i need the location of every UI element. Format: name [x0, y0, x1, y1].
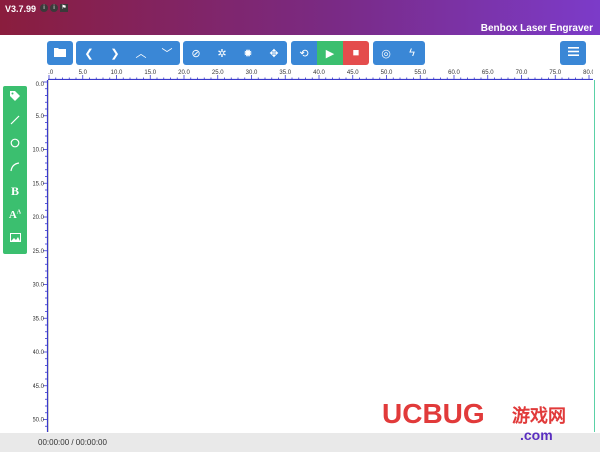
- repeat-button[interactable]: ⟲: [291, 41, 317, 65]
- power-button[interactable]: ϟ: [399, 41, 425, 65]
- gear-large-icon: ✹: [243, 47, 253, 60]
- ruler-h-label: 20.0: [178, 70, 190, 76]
- tag-tool[interactable]: [3, 86, 27, 110]
- target-icon: ◎: [381, 47, 391, 60]
- ruler-h-label: 15.0: [144, 70, 156, 76]
- image-tool[interactable]: [3, 227, 27, 251]
- ruler-h-label: 55.0: [414, 70, 426, 76]
- app-title: Benbox Laser Engraver: [480, 23, 593, 34]
- ruler-v-label: 40.0: [33, 350, 45, 356]
- chevron-left-icon: ❮: [84, 47, 94, 60]
- move-down-button[interactable]: ﹀: [154, 41, 180, 65]
- play-icon: ▶: [325, 47, 335, 60]
- job-time: 00:00:00 / 00:00:00: [38, 438, 107, 447]
- line-tool[interactable]: [3, 110, 27, 134]
- image-icon: [9, 232, 21, 245]
- target-button[interactable]: ◎: [373, 41, 399, 65]
- chevron-down-icon: ﹀: [161, 48, 173, 60]
- watermark-chinese: 游戏网: [512, 406, 566, 426]
- bolt-icon: ϟ: [409, 47, 415, 59]
- info-circle-icon[interactable]: i: [40, 4, 48, 12]
- ruler-v-label: 0.0: [36, 82, 45, 88]
- ruler-h-label: 30.0: [246, 70, 258, 76]
- title-bar: V3.7.99 i i ⚑ Benbox Laser Engraver: [0, 0, 600, 35]
- locate-button[interactable]: ✥: [261, 41, 287, 65]
- folder-icon: [54, 47, 66, 60]
- move-right-button[interactable]: ❯: [102, 41, 128, 65]
- titlebar-icons: i i ⚑: [40, 4, 68, 12]
- tool-sidebar: B AA: [3, 86, 27, 254]
- toolbar-menu: [560, 41, 586, 65]
- ruler-v-label: 25.0: [33, 249, 45, 255]
- ruler-h-label: 50.0: [381, 70, 393, 76]
- ruler-h-label: 75.0: [549, 70, 561, 76]
- font-tool[interactable]: AA: [3, 204, 27, 228]
- ruler-h-label: 25.0: [212, 70, 224, 76]
- open-file-button[interactable]: [47, 41, 73, 65]
- circle-icon: [10, 138, 20, 151]
- setting-a-button[interactable]: ✲: [209, 41, 235, 65]
- ruler-v-label: 10.0: [33, 148, 45, 154]
- toolbar-settings: ⊘ ✲ ✹ ✥: [183, 41, 287, 65]
- ban-icon: ⊘: [191, 47, 201, 60]
- ruler-h-label: 60.0: [448, 70, 460, 76]
- circle-tool[interactable]: [3, 133, 27, 157]
- ruler-h-label: 35.0: [279, 70, 291, 76]
- bold-text-tool[interactable]: B: [3, 180, 27, 204]
- toolbar-move: ❮ ❯ ︿ ﹀: [76, 41, 180, 65]
- info-circle-icon[interactable]: i: [50, 4, 58, 12]
- bold-icon: B: [10, 184, 19, 199]
- ruler-h-label: 70.0: [516, 70, 528, 76]
- vertical-ruler: 0.0 5.0 10.0 15.0 20.0 25.0 30.0 35.0 40.0 45.0 50…: [33, 80, 48, 432]
- move-left-button[interactable]: ❮: [76, 41, 102, 65]
- move-up-button[interactable]: ︿: [128, 41, 154, 65]
- ruler-v-label: 50.0: [33, 418, 45, 424]
- hamburger-menu-icon: [567, 47, 579, 59]
- font-size-icon: AA: [8, 209, 22, 222]
- toolbar-run: ⟲ ▶ ■: [291, 41, 369, 65]
- tag-icon: [10, 91, 20, 104]
- chevron-up-icon: ︿: [135, 48, 147, 60]
- ruler-v-label: 30.0: [33, 283, 45, 289]
- stop-icon: ■: [352, 47, 360, 59]
- setting-b-button[interactable]: ✹: [235, 41, 261, 65]
- watermark-brand: UCBUG: [382, 398, 485, 429]
- ruler-v-label: 20.0: [33, 215, 45, 221]
- curve-tool[interactable]: [3, 157, 27, 181]
- crosshair-icon: ✥: [269, 47, 279, 60]
- ruler-h-label: 5.0: [79, 70, 88, 76]
- flag-icon[interactable]: ⚑: [60, 4, 68, 12]
- ruler-h-label: 0.0: [48, 70, 54, 76]
- cancel-button[interactable]: ⊘: [183, 41, 209, 65]
- status-bar: 00:00:00 / 00:00:00: [0, 433, 600, 452]
- watermark-domain: .com: [520, 427, 553, 443]
- engrave-canvas[interactable]: [48, 80, 595, 432]
- chevron-right-icon: ❯: [110, 47, 120, 60]
- ruler-v-label: 35.0: [33, 316, 45, 322]
- menu-button[interactable]: [560, 41, 586, 65]
- repeat-icon: ⟲: [299, 47, 309, 60]
- play-button[interactable]: ▶: [317, 41, 343, 65]
- gear-small-icon: ✲: [217, 47, 227, 60]
- ruler-h-label: 65.0: [482, 70, 494, 76]
- ruler-h-label: 45.0: [347, 70, 359, 76]
- ruler-h-label: 80.0: [583, 70, 593, 76]
- ruler-v-label: 15.0: [33, 181, 45, 187]
- curve-icon: [10, 162, 20, 175]
- line-icon: [10, 115, 20, 128]
- ruler-h-label: 10.0: [111, 70, 123, 76]
- version-label: V3.7.99: [5, 4, 37, 14]
- ruler-v-label: 45.0: [33, 384, 45, 390]
- ruler-h-label: 40.0: [313, 70, 325, 76]
- stop-button[interactable]: ■: [343, 41, 369, 65]
- toolbar-laser: ◎ ϟ: [373, 41, 425, 65]
- horizontal-ruler: 0.0 5.0 10.0 15.0 20.0 25.0 30.0 35.0 40.0 45.0 50…: [48, 70, 593, 80]
- ruler-v-label: 5.0: [36, 114, 45, 120]
- toolbar-file: [47, 41, 73, 65]
